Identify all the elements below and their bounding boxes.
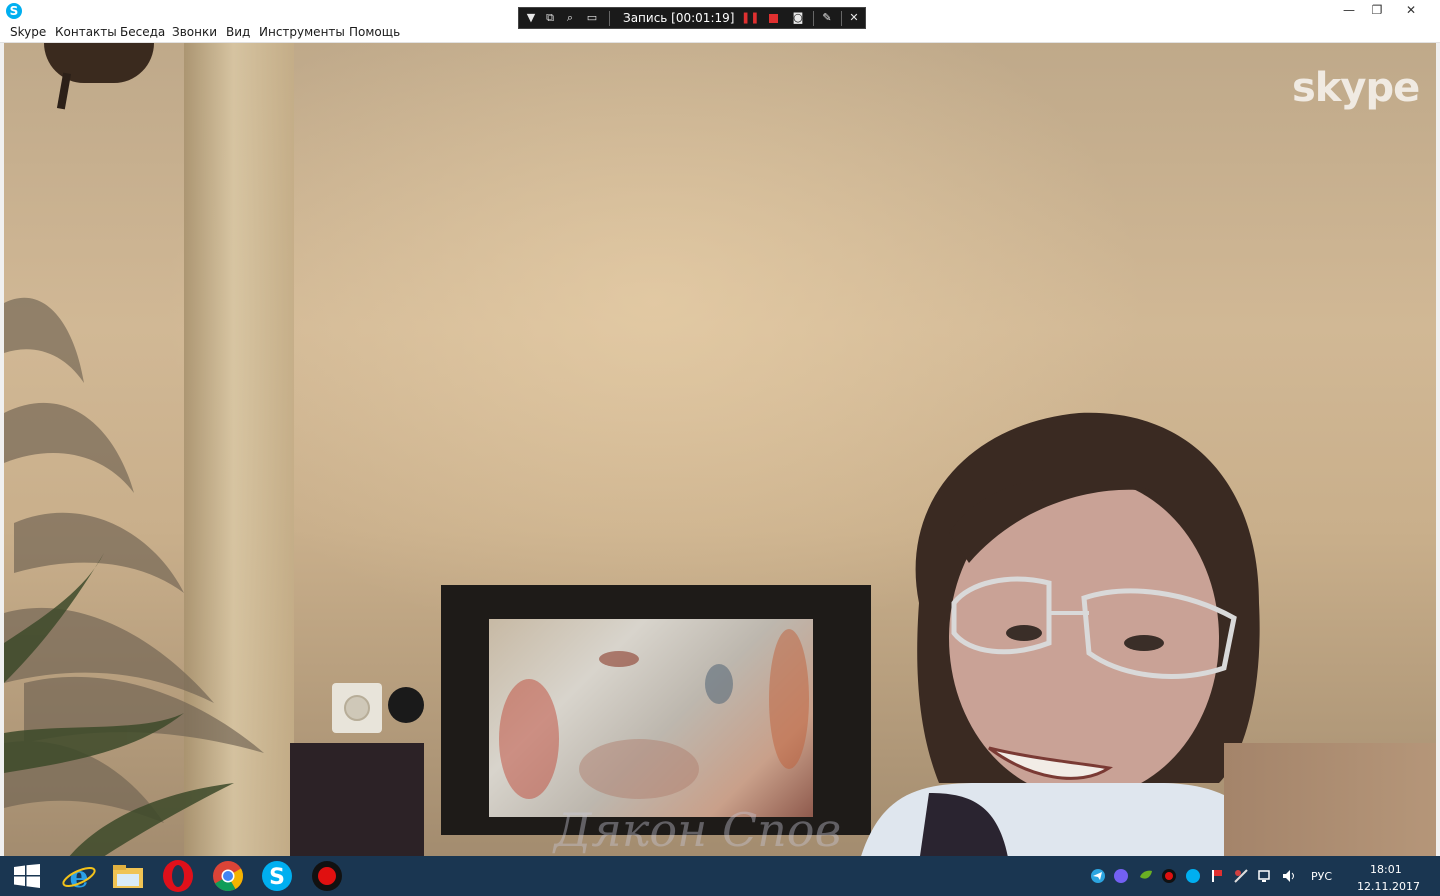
menu-tools[interactable]: Инструменты [259,25,345,39]
dropdown-icon[interactable]: ▼ [522,10,540,26]
toolbar-separator [609,11,610,26]
telegram-tray-icon[interactable] [1090,868,1106,884]
camera-icon[interactable]: ◙ [789,10,807,26]
windows-start-icon[interactable] [14,864,40,888]
menu-calls[interactable]: Звонки [172,25,217,39]
menu-help[interactable]: Помощь [349,25,400,39]
clock-time[interactable]: 18:01 [1370,863,1402,876]
input-language[interactable]: РУС [1311,870,1332,883]
taskbar: e S РУС 18:01 12.11.2017 [0,856,1440,896]
viber-tray-icon[interactable] [1113,868,1129,884]
person-on-call [861,412,1277,856]
toolbar-separator [813,11,814,26]
menu-contacts[interactable]: Контакты [55,25,117,39]
menu-skype[interactable]: Skype [10,25,46,39]
green-tray-icon[interactable] [1138,868,1154,884]
zoom-icon[interactable]: ⌕ [561,10,579,26]
stop-icon[interactable] [764,10,782,26]
skype-icon[interactable]: S [256,858,298,894]
menu-conversation[interactable]: Беседа [120,25,165,39]
wall-socket [332,683,382,733]
restore-button[interactable]: ❐ [1362,1,1392,19]
internet-explorer-icon[interactable]: e [58,858,100,894]
close-icon[interactable]: ✕ [845,10,863,26]
picture-frame [441,585,871,835]
region-icon[interactable]: ▭ [583,10,601,26]
pause-icon[interactable]: ❚❚ [741,10,759,26]
chrome-icon[interactable] [207,858,249,894]
sofa [1224,743,1436,856]
close-button[interactable]: ✕ [1396,1,1426,19]
skype-window: S — ❐ ✕ Skype Контакты Беседа Звонки Вид… [0,0,1440,856]
restore-window-icon[interactable]: ⧉ [541,10,559,26]
network-sharing-tray-icon[interactable] [1233,868,1249,884]
skype-app-icon[interactable]: S [6,3,22,19]
aquarium-scene [499,629,809,799]
video-feed: skype Дякон Спов [4,43,1436,856]
skype-watermark-logo: skype [1292,65,1420,111]
volume-tray-icon[interactable] [1281,868,1297,884]
socket-outlet [344,695,370,721]
clock-date[interactable]: 12.11.2017 [1357,880,1420,893]
record-icon[interactable] [306,858,348,894]
flag-tray-icon[interactable] [1209,868,1225,884]
power-plug [388,687,424,723]
file-explorer-icon[interactable] [107,858,149,894]
svg-text:e: e [69,860,88,894]
menu-view[interactable]: Вид [226,25,250,39]
small-photo-frame [290,743,424,856]
aquarium-picture [489,619,813,817]
skype-tray-icon[interactable] [1185,868,1201,884]
svg-text:S: S [269,865,285,890]
toolbar-separator [841,11,842,26]
opera-icon[interactable] [157,858,199,894]
recorder-watermark: Дякон Спов [554,803,842,856]
recording-timer: Запись [00:01:19] [623,11,735,25]
pen-icon[interactable]: ✎ [818,10,836,26]
network-tray-icon[interactable] [1257,868,1273,884]
screen-recorder-toolbar: ▼ ⧉ ⌕ ▭ Запись [00:01:19] ❚❚ ◙ ✎ ✕ [518,7,866,29]
minimize-button[interactable]: — [1334,1,1364,19]
record-tray-icon[interactable] [1161,868,1177,884]
